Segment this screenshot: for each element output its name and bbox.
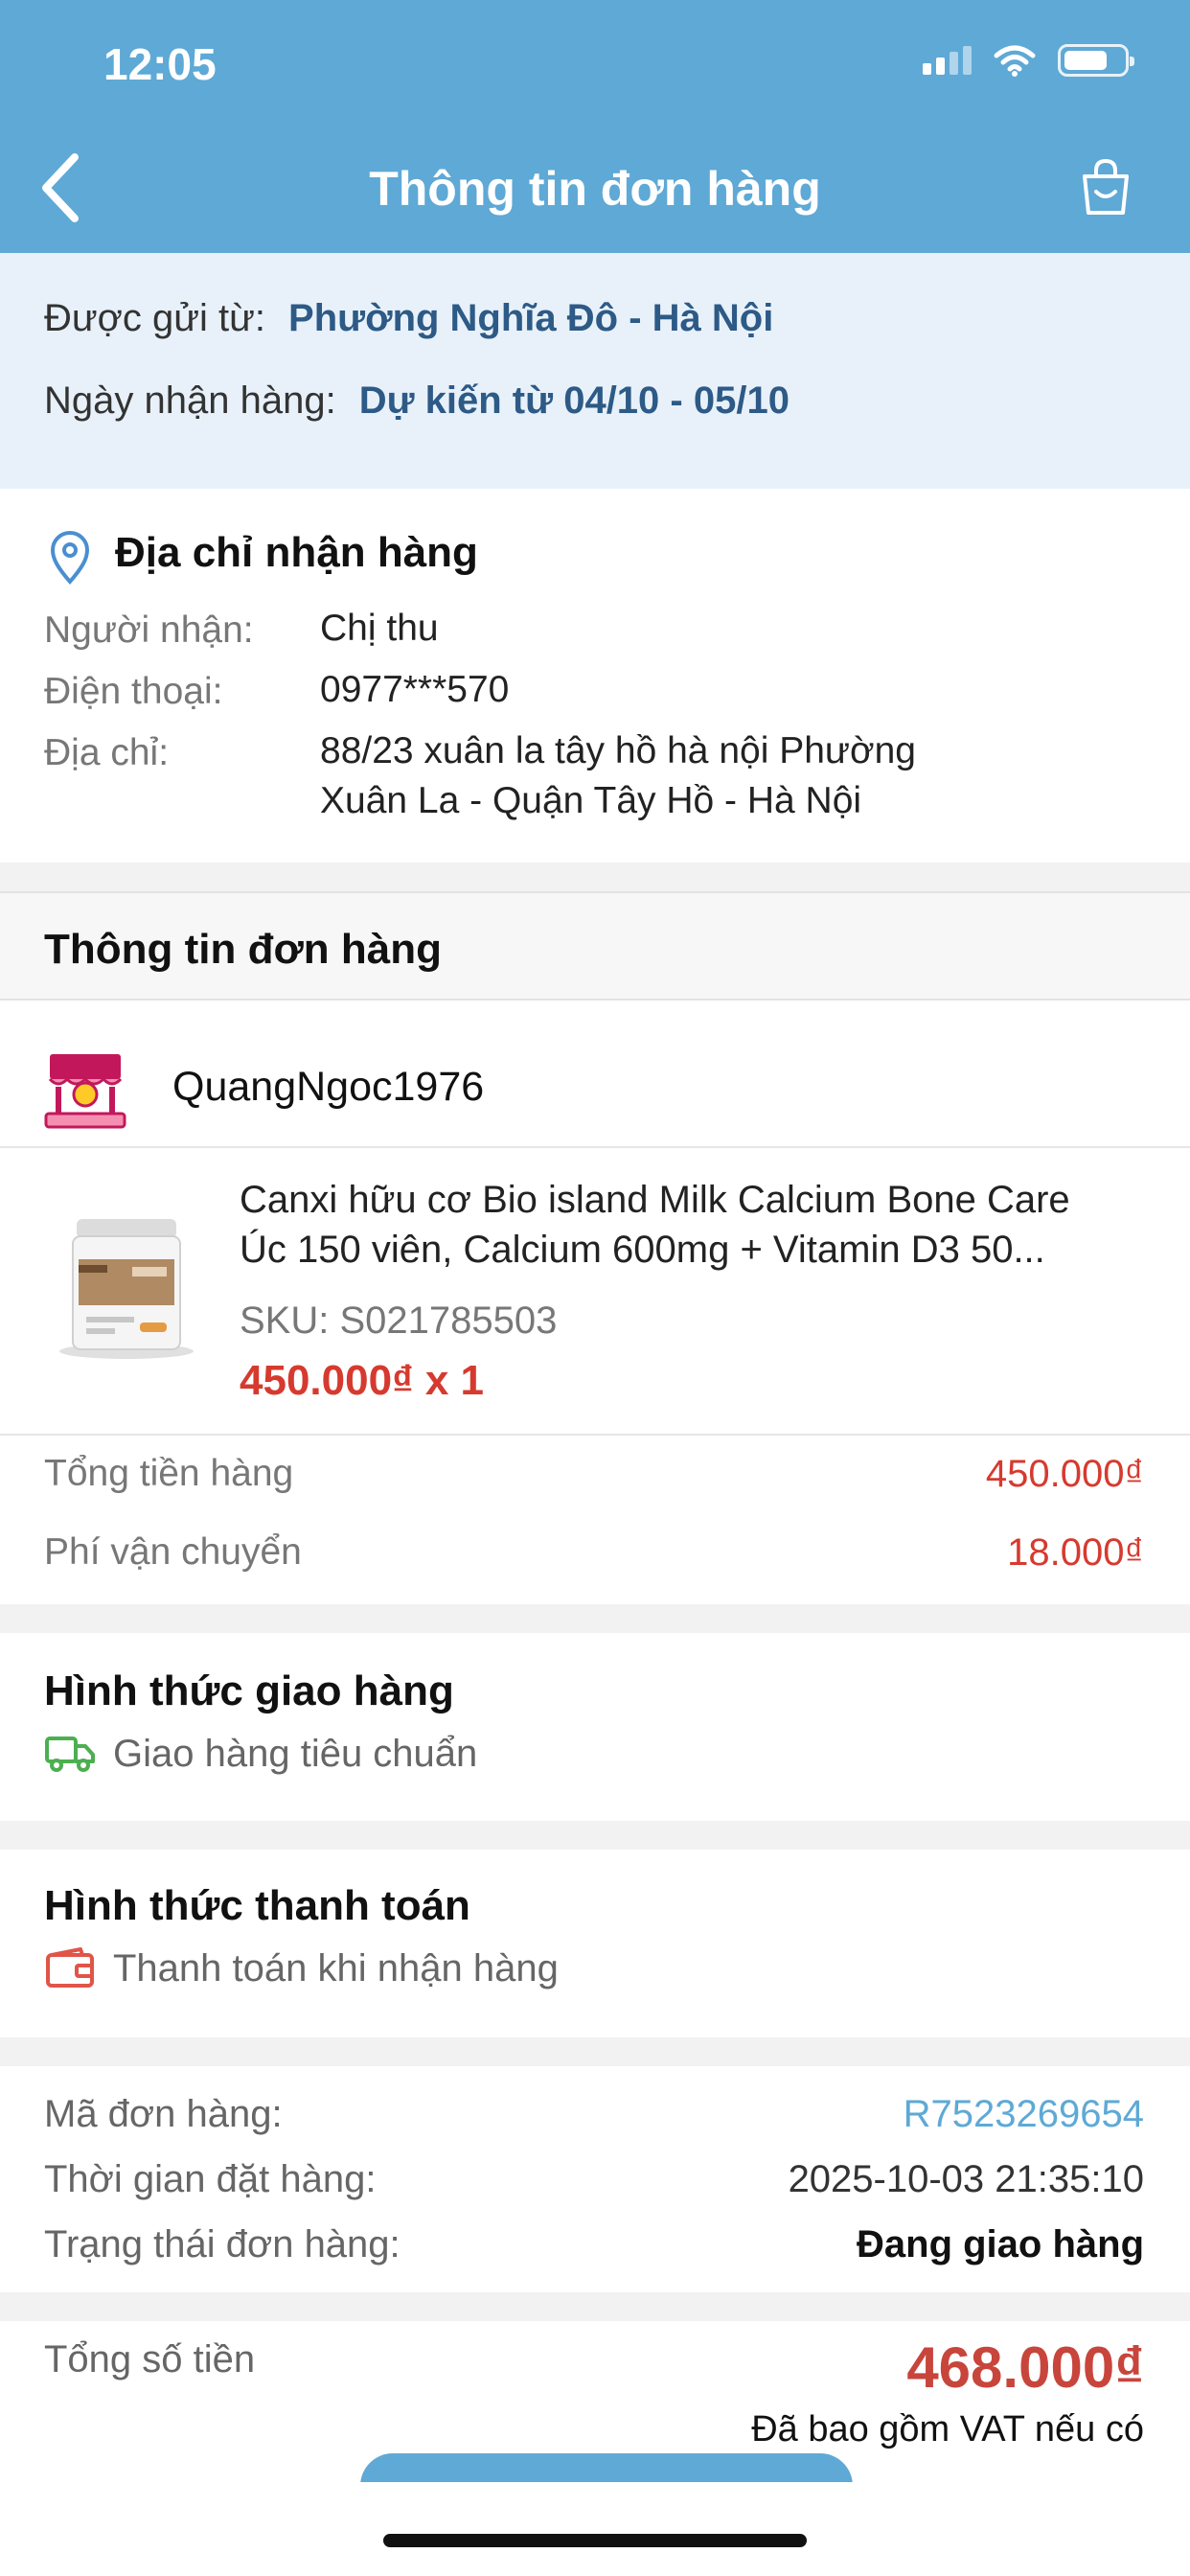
- order-code-label: Mã đơn hàng:: [44, 2093, 283, 2135]
- product-sku: SKU: S021785503: [240, 1300, 558, 1342]
- battery-icon: [1058, 44, 1134, 77]
- shipping-fee-label: Phí vận chuyển: [44, 1531, 302, 1573]
- product-name-line-1: Canxi hữu cơ Bio island Milk Calcium Bon…: [240, 1179, 1070, 1221]
- location-pin-icon: [50, 531, 90, 585]
- address-label: Địa chỉ:: [44, 732, 170, 773]
- address-title: Địa chỉ nhận hàng: [115, 529, 478, 576]
- payment-panel: [0, 1850, 1190, 2037]
- product-price-qty: 450.000₫ x 1: [240, 1357, 485, 1404]
- wallet-icon: [46, 1947, 94, 1988]
- divider: [0, 1146, 1190, 1148]
- truck-icon: [45, 1736, 95, 1772]
- recipient-value: Chị thu: [320, 608, 439, 649]
- ship-date-value: Dự kiến từ 04/10 - 05/10: [358, 380, 790, 422]
- vat-note: Đã bao gồm VAT nếu có: [751, 2409, 1144, 2450]
- delivery-panel: [0, 1633, 1190, 1821]
- shipping-fee-value: 18.000₫: [1007, 1531, 1144, 1574]
- order-section-header: Thông tin đơn hàng: [0, 891, 1190, 1000]
- product-name-line-2: Úc 150 viên, Calcium 600mg + Vitamin D3 …: [240, 1229, 1045, 1271]
- order-status-label: Trạng thái đơn hàng:: [44, 2223, 400, 2266]
- address-line-1: 88/23 xuân la tây hồ hà nội Phường: [320, 730, 916, 771]
- total-label: Tổng số tiền: [44, 2338, 256, 2380]
- shipping-info-box: Được gửi từ: Phường Nghĩa Đô - Hà Nội Ngà…: [0, 253, 1190, 489]
- page-title: Thông tin đơn hàng: [369, 162, 821, 216]
- order-time-value: 2025-10-03 21:35:10: [788, 2158, 1144, 2200]
- delivery-method: Giao hàng tiêu chuẩn: [113, 1733, 478, 1775]
- shop-name[interactable]: QuangNgoc1976: [172, 1064, 484, 1111]
- home-bar-area: [0, 2482, 1190, 2576]
- divider: [0, 1434, 1190, 1436]
- order-code-value[interactable]: R7523269654: [904, 2093, 1144, 2136]
- product-image[interactable]: [40, 1198, 213, 1370]
- ship-from-value: Phường Nghĩa Đô - Hà Nội: [288, 297, 774, 339]
- ship-from-label: Được gửi từ:: [44, 297, 266, 339]
- status-icons: [923, 44, 1134, 77]
- phone-value: 0977***570: [320, 669, 510, 710]
- ship-from-row: Được gửi từ: Phường Nghĩa Đô - Hà Nội: [44, 297, 773, 340]
- phone-label: Điện thoại:: [44, 671, 223, 712]
- recipient-label: Người nhận:: [44, 610, 254, 651]
- wifi-icon: [994, 45, 1036, 77]
- signal-icon: [923, 46, 972, 75]
- ship-date-row: Ngày nhận hàng: Dự kiến từ 04/10 - 05/10: [44, 380, 790, 423]
- ship-date-label: Ngày nhận hàng:: [44, 380, 336, 422]
- subtotal-label: Tổng tiền hàng: [44, 1453, 294, 1494]
- home-indicator[interactable]: [383, 2534, 807, 2547]
- payment-title: Hình thức thanh toán: [44, 1882, 470, 1929]
- order-status-value: Đang giao hàng: [857, 2223, 1144, 2266]
- order-section-title: Thông tin đơn hàng: [44, 926, 442, 973]
- total-value: 468.000₫: [906, 2335, 1144, 2400]
- shopping-bag-icon[interactable]: [1075, 157, 1136, 218]
- address-value: 88/23 xuân la tây hồ hà nội Phường Xuân …: [320, 726, 916, 826]
- subtotal-value: 450.000₫: [985, 1453, 1144, 1495]
- delivery-title: Hình thức giao hàng: [44, 1668, 454, 1714]
- status-time: 12:05: [103, 39, 217, 89]
- order-time-label: Thời gian đặt hàng:: [44, 2158, 377, 2200]
- product-name[interactable]: Canxi hữu cơ Bio island Milk Calcium Bon…: [240, 1175, 1150, 1275]
- payment-method: Thanh toán khi nhận hàng: [113, 1947, 559, 1990]
- app-header: 12:05 Thông tin đơn hàng: [0, 0, 1190, 253]
- address-line-2: Xuân La - Quận Tây Hồ - Hà Nội: [320, 780, 862, 821]
- shop-stall-icon: [44, 1054, 126, 1129]
